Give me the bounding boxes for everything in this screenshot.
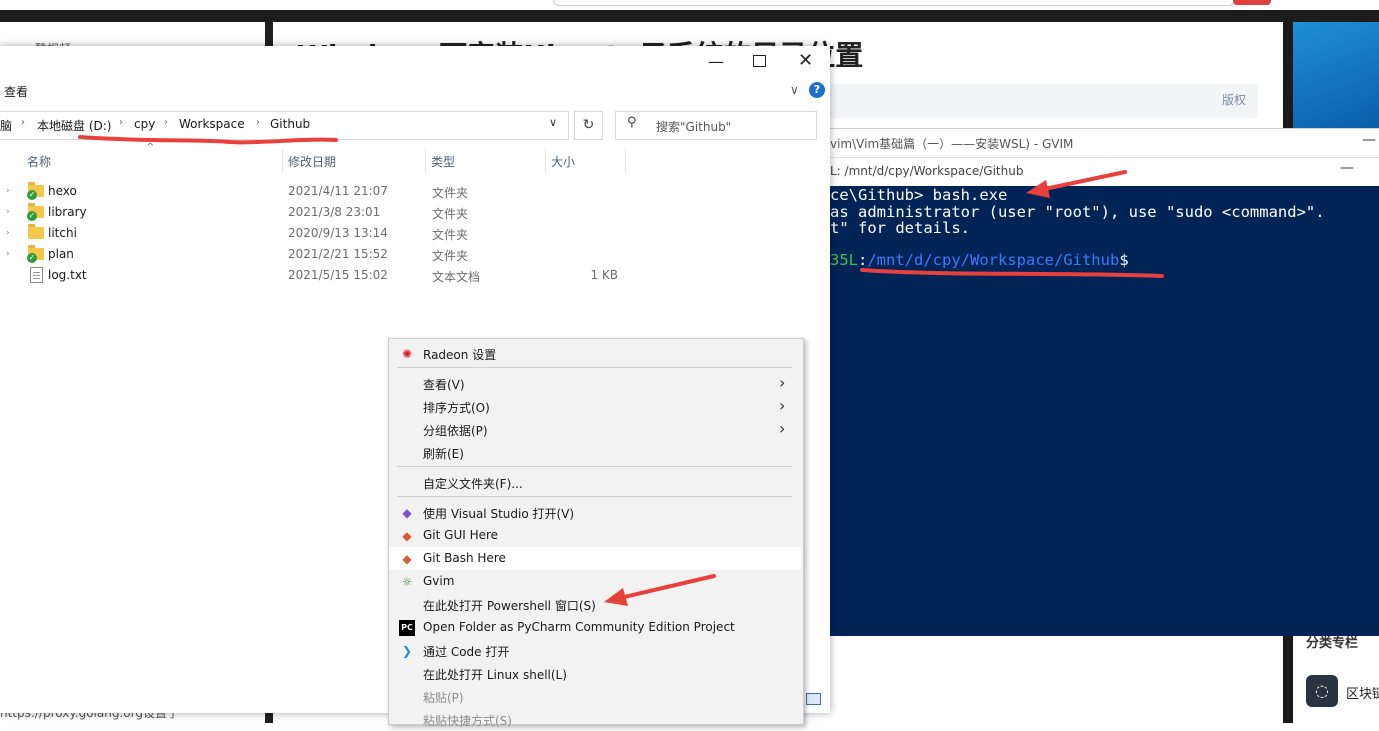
- arrow-bash-head: [1026, 180, 1050, 198]
- underline-prompt-path: [860, 268, 1164, 278]
- arrow-powershell: [618, 574, 716, 600]
- annotation-layer: [78, 135, 1164, 606]
- underline-breadcrumb: [78, 135, 338, 145]
- arrow-powershell-head: [604, 588, 628, 606]
- arrow-bash: [1038, 170, 1127, 192]
